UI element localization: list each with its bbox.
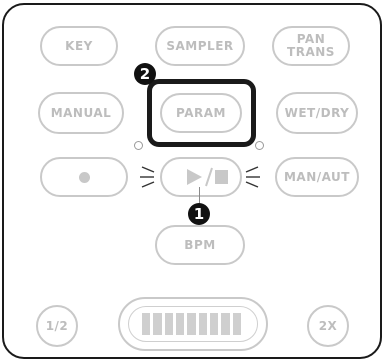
bpm-button-label: BPM bbox=[184, 237, 216, 252]
param-highlight-frame bbox=[147, 79, 256, 147]
wet-dry-button-label: WET/DRY bbox=[284, 105, 350, 120]
meter-segment bbox=[175, 313, 185, 335]
man-aut-button[interactable]: MAN/AUT bbox=[275, 157, 359, 197]
sampler-button[interactable]: SAMPLER bbox=[155, 26, 245, 66]
level-meter-icon bbox=[142, 313, 241, 335]
flash-indicator-icon bbox=[140, 166, 260, 188]
meter-segment bbox=[221, 313, 230, 335]
manual-button-label: MANUAL bbox=[50, 105, 112, 120]
step-2-badge: 2 bbox=[134, 63, 156, 85]
double-button[interactable]: 2X bbox=[307, 305, 349, 347]
meter-segment bbox=[142, 313, 151, 335]
meter-segment bbox=[153, 313, 162, 335]
key-button[interactable]: KEY bbox=[40, 26, 118, 66]
manual-button[interactable]: MANUAL bbox=[38, 92, 124, 134]
step-2-badge-label: 2 bbox=[139, 65, 151, 83]
man-aut-button-label: MAN/AUT bbox=[283, 169, 350, 184]
step-1-badge: 1 bbox=[188, 203, 210, 225]
meter-segment bbox=[198, 313, 207, 335]
meter-segment bbox=[232, 313, 241, 335]
right-led-indicator bbox=[255, 141, 264, 150]
sampler-button-label: SAMPLER bbox=[166, 38, 234, 53]
record-dot-icon bbox=[78, 171, 90, 183]
half-button-label: 1/2 bbox=[45, 318, 69, 333]
meter-segment bbox=[209, 313, 219, 335]
pan-trans-button-label: PAN TRANS bbox=[287, 32, 335, 59]
level-meter bbox=[118, 297, 268, 351]
wet-dry-button[interactable]: WET/DRY bbox=[276, 92, 358, 134]
record-button[interactable] bbox=[40, 157, 128, 197]
meter-segment bbox=[164, 313, 173, 335]
half-button[interactable]: 1/2 bbox=[36, 305, 78, 347]
double-button-label: 2X bbox=[318, 318, 338, 333]
bpm-button[interactable]: BPM bbox=[155, 225, 245, 265]
step-1-badge-label: 1 bbox=[193, 205, 205, 223]
meter-segment bbox=[187, 313, 196, 335]
key-button-label: KEY bbox=[65, 38, 93, 53]
left-led-indicator bbox=[134, 141, 143, 150]
pan-trans-button[interactable]: PAN TRANS bbox=[272, 26, 350, 66]
